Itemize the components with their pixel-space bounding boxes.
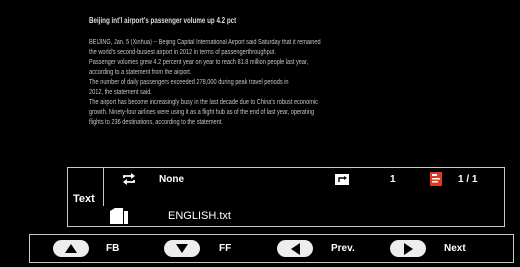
article-line: The number of daily passengers exceeded … [89, 79, 289, 86]
info-row: None 1 1 / 1 [104, 169, 505, 189]
article-line: BEIJING, Jan. 5 (Xinhua) -- Beijing Capi… [89, 39, 321, 46]
page-indicator: 1 / 1 [458, 174, 478, 185]
navigation-bar [29, 234, 514, 263]
triangle-right-icon [404, 243, 413, 255]
file-name: ENGLISH.txt [168, 210, 231, 222]
article-line: 2012, the statement said. [89, 89, 152, 96]
ff-label: FF [219, 243, 232, 254]
article-line: flights to 236 destinations, according t… [89, 119, 223, 126]
media-type-label: Text [73, 193, 95, 205]
fb-button[interactable] [53, 240, 89, 257]
triangle-up-icon [65, 244, 77, 253]
current-page: 1 [390, 174, 396, 185]
next-label: Next [444, 243, 466, 254]
article-line: The airport has become increasingly busy… [89, 99, 318, 106]
return-icon [335, 174, 349, 185]
article-line: the world's second-busiest airport in 20… [89, 49, 276, 56]
triangle-left-icon [291, 243, 300, 255]
text-viewer: Beijing int'l airport's passenger volume… [89, 16, 347, 168]
article-body: BEIJING, Jan. 5 (Xinhua) -- Beijing Capi… [89, 38, 321, 128]
prev-button[interactable] [277, 240, 313, 257]
repeat-icon[interactable] [122, 173, 136, 185]
next-button[interactable] [390, 240, 426, 257]
ff-button[interactable] [164, 240, 200, 257]
prev-label: Prev. [331, 243, 355, 254]
article-line: according to a statement from the airpor… [89, 69, 192, 76]
fb-label: FB [106, 243, 120, 254]
article-line: growth. Ninety-four airlines were using … [89, 109, 315, 116]
file-icon [110, 208, 128, 224]
article-line: Passenger volumes grew 4.2 percent year … [89, 59, 309, 66]
repeat-mode-value: None [159, 174, 184, 185]
book-icon [430, 172, 442, 186]
triangle-down-icon [176, 244, 188, 253]
article-headline: Beijing int'l airport's passenger volume… [89, 16, 237, 25]
